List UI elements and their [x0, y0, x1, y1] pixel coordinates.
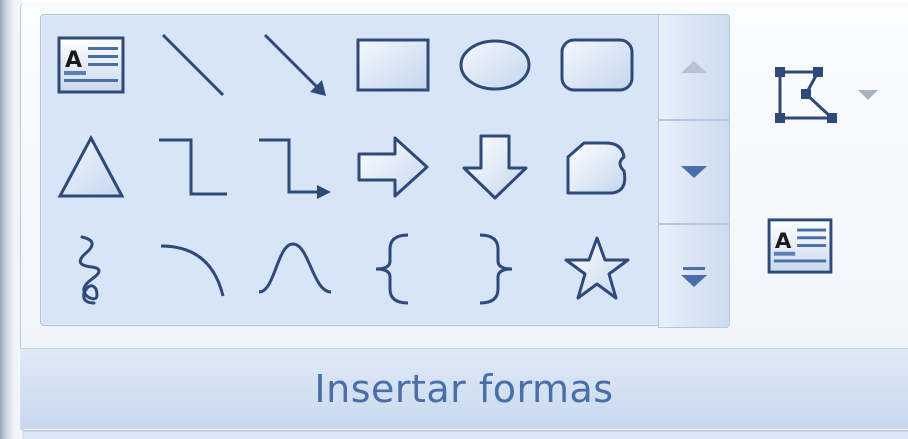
rounded-rectangle-icon[interactable] [549, 17, 645, 113]
text-box-icon: A [767, 218, 833, 274]
group-label: Insertar formas [20, 348, 908, 429]
chevron-up-icon [681, 61, 707, 73]
star-icon[interactable] [549, 221, 645, 317]
gallery-more-button[interactable] [658, 224, 730, 328]
curve-icon[interactable] [247, 221, 343, 317]
elbow-connector-icon[interactable] [145, 119, 241, 215]
freeform-shape-icon[interactable] [549, 119, 645, 215]
shapes-gallery: A [40, 14, 662, 326]
edit-shape-icon [775, 67, 837, 123]
chevron-down-icon [858, 90, 878, 100]
svg-text:A: A [65, 48, 82, 73]
triangle-icon[interactable] [43, 119, 139, 215]
svg-text:A: A [775, 229, 792, 254]
left-brace-icon[interactable] [345, 221, 441, 317]
gallery-scroll-down-button[interactable] [658, 120, 730, 224]
more-icon [681, 267, 707, 287]
rectangle-icon[interactable] [345, 17, 441, 113]
ribbon-group-container: A A Insertar formas [0, 0, 908, 439]
arrow-line-icon[interactable] [247, 17, 343, 113]
elbow-arrow-connector-icon[interactable] [247, 119, 343, 215]
chevron-down-icon [681, 166, 707, 178]
line-icon[interactable] [145, 17, 241, 113]
right-arrow-icon[interactable] [345, 119, 441, 215]
text-box-icon[interactable]: A [43, 17, 139, 113]
arc-icon[interactable] [145, 221, 241, 317]
right-brace-icon[interactable] [447, 221, 543, 317]
draw-text-box-button[interactable]: A [762, 214, 838, 278]
down-arrow-icon[interactable] [447, 119, 543, 215]
scribble-icon[interactable] [43, 221, 139, 317]
ribbon-left-edge [0, 0, 22, 439]
gallery-scroll-up-button[interactable] [658, 14, 730, 120]
oval-icon[interactable] [447, 17, 543, 113]
edit-shape-button[interactable] [758, 60, 888, 130]
